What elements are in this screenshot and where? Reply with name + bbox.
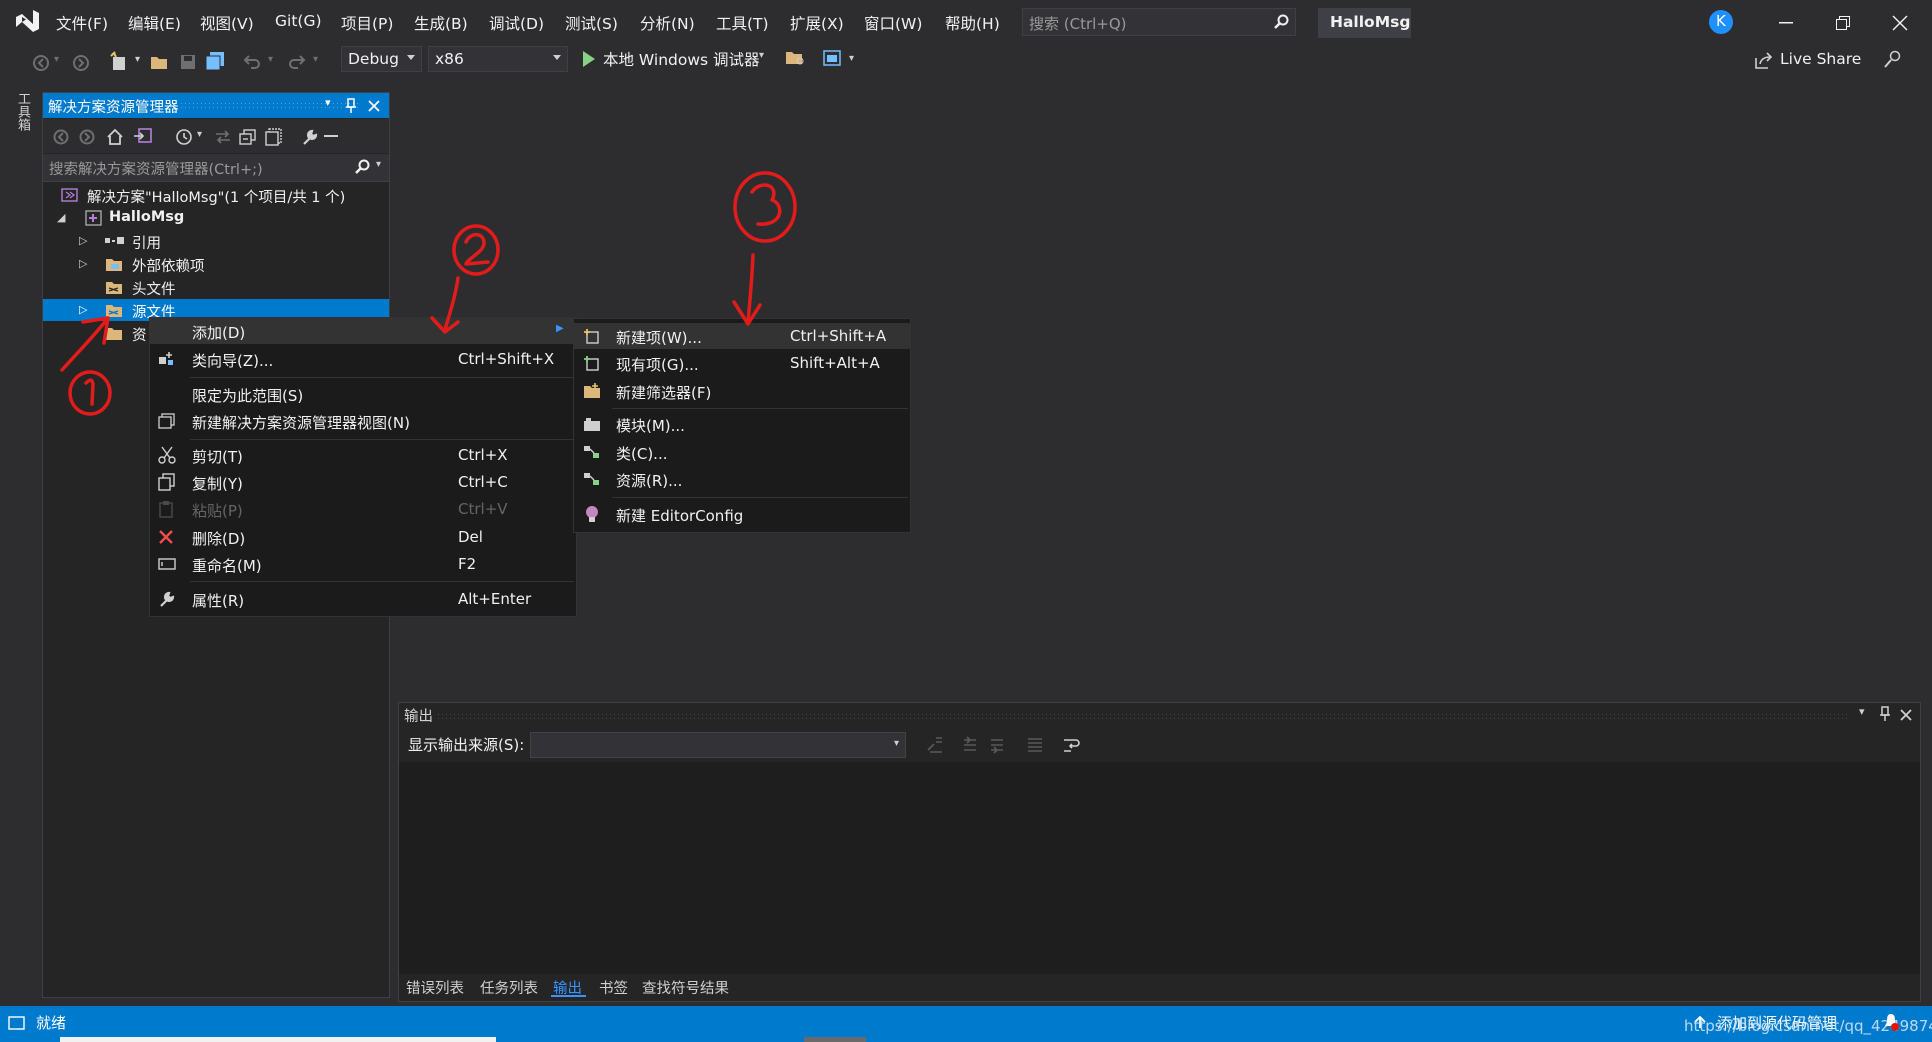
annotation-digit-3 (750, 183, 782, 226)
handwritten-annotations (60, 171, 797, 416)
annotation-arrow-1 (60, 316, 110, 372)
annotation-circle-1 (68, 370, 112, 416)
annotation-arrow-3 (746, 253, 755, 324)
annotation-digit-1 (84, 378, 95, 406)
annotation-arrowhead-3 (732, 300, 762, 326)
annotation-digit-2 (464, 232, 490, 266)
annotation-circle-3 (733, 171, 797, 243)
